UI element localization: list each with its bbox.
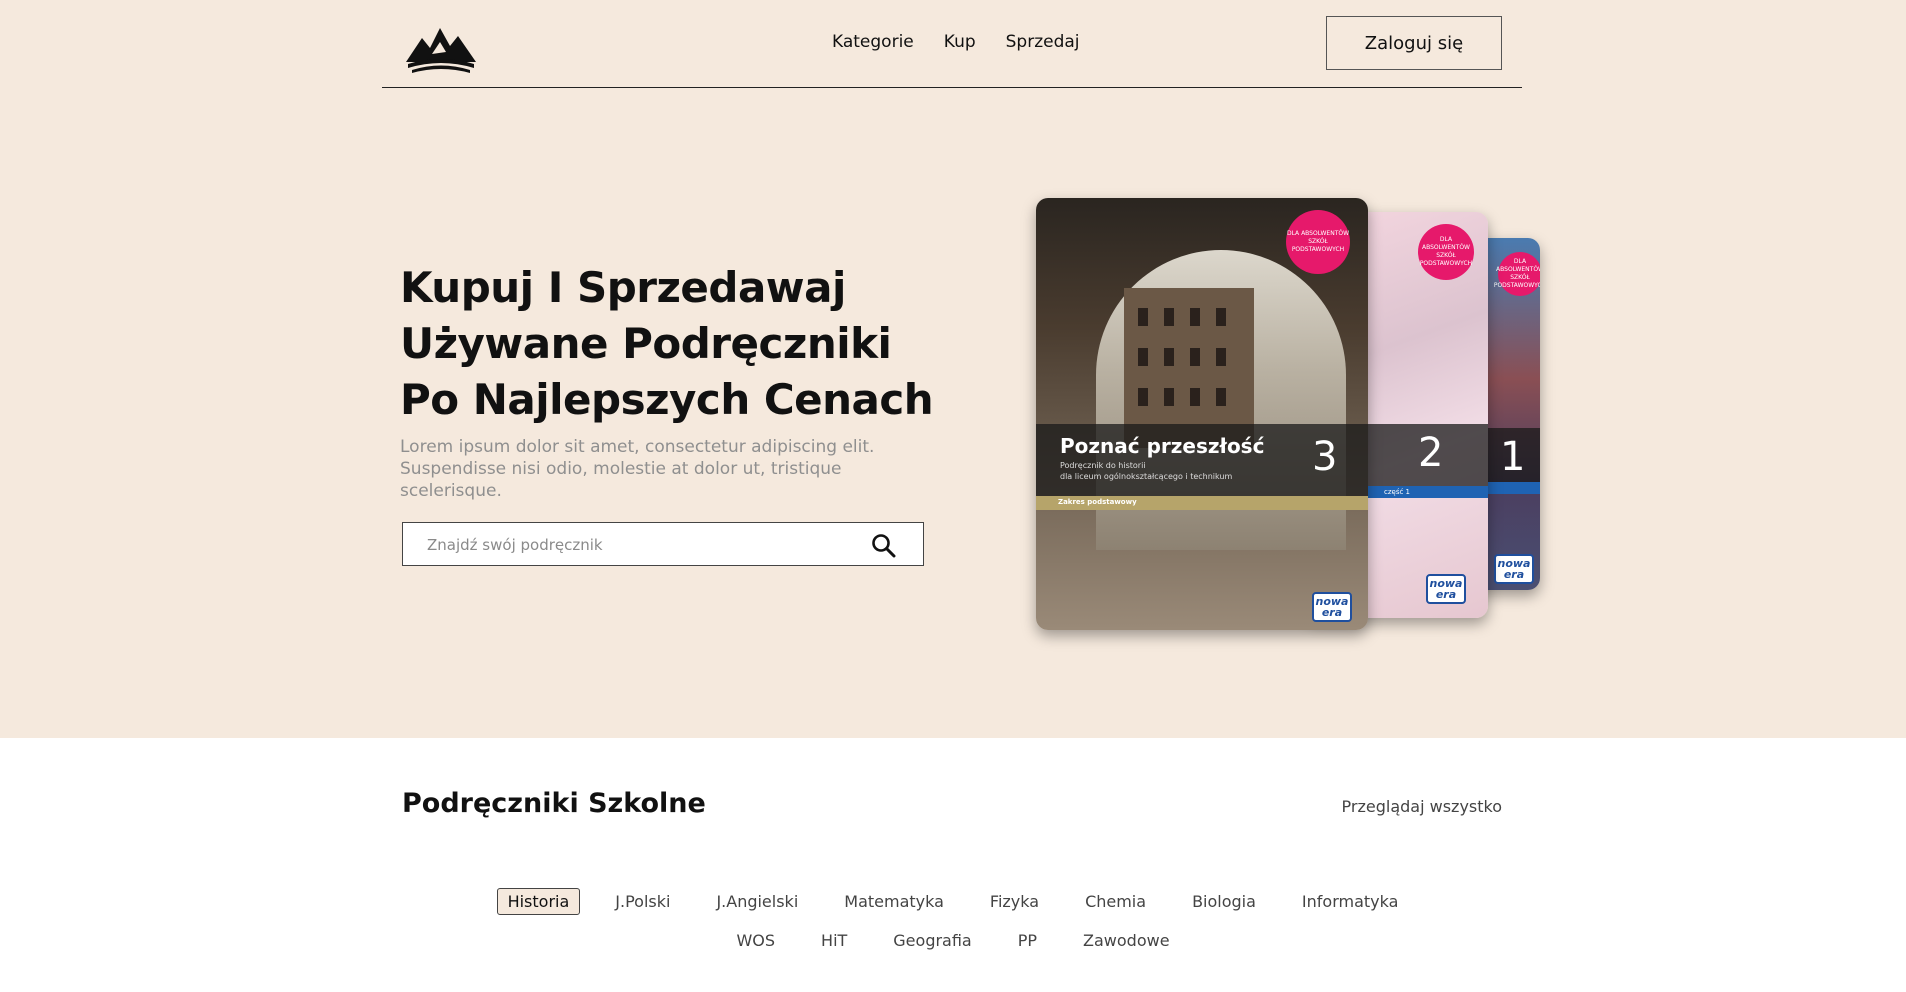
hero-section: Kategorie Kup Sprzedaj Zaloguj się Kupuj… [0, 0, 1906, 738]
category-wos[interactable]: WOS [725, 927, 786, 954]
category-row-2: WOS HiT Geografia PP Zawodowe [0, 927, 1906, 954]
publisher-logo: nowa era [1426, 574, 1466, 604]
category-chemia[interactable]: Chemia [1074, 888, 1157, 915]
hero-title: Kupuj I Sprzedawaj Używane Podręczniki P… [400, 263, 934, 424]
book-seal: DLA ABSOLWENTÓW SZKÓŁ PODSTAWOWYCH [1286, 210, 1350, 274]
nav-link-kup[interactable]: Kup [944, 32, 976, 52]
category-informatyka[interactable]: Informatyka [1291, 888, 1410, 915]
search-icon[interactable] [871, 533, 897, 559]
category-jpolski[interactable]: J.Polski [604, 888, 681, 915]
view-all-link[interactable]: Przeglądaj wszystko [1342, 797, 1502, 816]
nav-link-sprzedaj[interactable]: Sprzedaj [1006, 32, 1080, 52]
book-number: 1 [1500, 434, 1526, 480]
book-number: 2 [1418, 430, 1444, 476]
header: Kategorie Kup Sprzedaj Zaloguj się [382, 0, 1522, 88]
book-seal: DLA ABSOLWENTÓW SZKÓŁ PODSTAWOWYCH [1418, 224, 1474, 280]
header-divider [382, 87, 1522, 88]
page: Kategorie Kup Sprzedaj Zaloguj się Kupuj… [0, 0, 1906, 992]
book-cover-3[interactable]: DLA ABSOLWENTÓW SZKÓŁ PODSTAWOWYCH Pozna… [1036, 198, 1368, 630]
book-title: Poznać przeszłość [1060, 434, 1265, 458]
hero-text: Kupuj I Sprzedawaj Używane Podręczniki P… [400, 260, 940, 502]
book-scope-label: Zakres podstawowy [1058, 498, 1137, 506]
book-seal: DLA ABSOLWENTÓW SZKÓŁ PODSTAWOWYCH [1494, 252, 1540, 296]
category-fizyka[interactable]: Fizyka [979, 888, 1050, 915]
mountain-book-logo[interactable] [402, 18, 480, 78]
category-matematyka[interactable]: Matematyka [833, 888, 955, 915]
search-input[interactable] [425, 531, 849, 559]
hero-subtitle: Lorem ipsum dolor sit amet, consectetur … [400, 437, 875, 501]
category-pp[interactable]: PP [1007, 927, 1048, 954]
book-subtitle: Podręcznik do historii dla liceum ogólno… [1060, 461, 1233, 481]
category-historia[interactable]: Historia [496, 888, 581, 915]
login-button[interactable]: Zaloguj się [1326, 16, 1502, 70]
category-geografia[interactable]: Geografia [882, 927, 982, 954]
section-title: Podręczniki Szkolne [402, 788, 706, 819]
category-biologia[interactable]: Biologia [1181, 888, 1267, 915]
main-nav: Kategorie Kup Sprzedaj [832, 32, 1080, 52]
book-covers: DLA ABSOLWENTÓW SZKÓŁ PODSTAWOWYCH 1 now… [1036, 198, 1540, 630]
publisher-logo: nowa era [1312, 592, 1352, 622]
category-zawodowe[interactable]: Zawodowe [1072, 927, 1181, 954]
category-jangielski[interactable]: J.Angielski [705, 888, 809, 915]
publisher-logo: nowa era [1494, 554, 1534, 584]
book-number: 3 [1312, 434, 1338, 480]
book-part-label: część 1 [1384, 488, 1411, 496]
search-box [402, 522, 924, 566]
nav-link-kategorie[interactable]: Kategorie [832, 32, 914, 52]
category-row-1: Historia J.Polski J.Angielski Matematyka… [0, 888, 1906, 915]
category-hit[interactable]: HiT [810, 927, 858, 954]
